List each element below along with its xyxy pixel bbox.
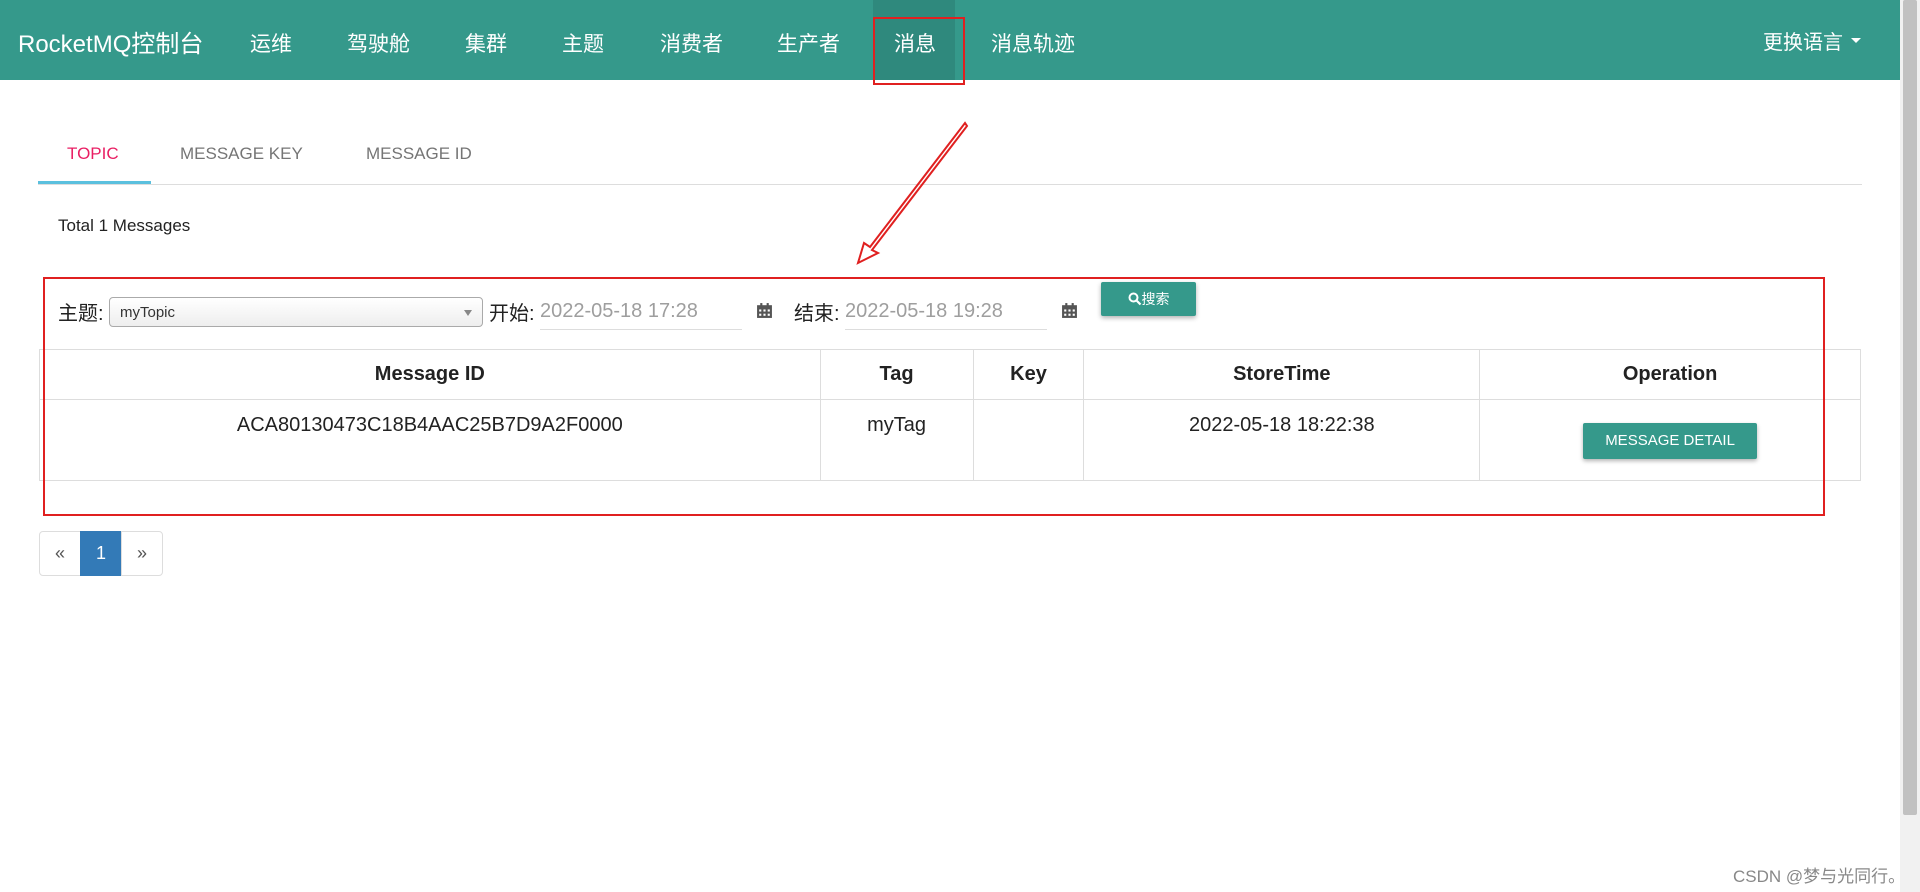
tab-topic[interactable]: TOPIC: [67, 144, 119, 164]
page-current-button[interactable]: 1: [80, 531, 122, 576]
brand-title[interactable]: RocketMQ控制台: [18, 24, 203, 59]
caret-down-icon: [1851, 38, 1861, 43]
pagination: « 1 »: [39, 531, 163, 576]
page-next-button[interactable]: »: [121, 531, 163, 576]
nav-item-topic[interactable]: 主题: [562, 28, 604, 58]
annotation-arrow-icon: [856, 121, 969, 265]
annotation-result-highlight-box: [43, 277, 1825, 516]
nav-item-consumer[interactable]: 消费者: [660, 28, 723, 58]
page-prev-button[interactable]: «: [39, 531, 81, 576]
scrollbar-thumb[interactable]: [1903, 0, 1917, 815]
nav-item-cluster[interactable]: 集群: [465, 28, 507, 58]
nav-item-producer[interactable]: 生产者: [777, 28, 840, 58]
language-switcher[interactable]: 更换语言: [1763, 26, 1843, 55]
total-messages: Total 1 Messages: [58, 216, 191, 235]
tab-message-id[interactable]: MESSAGE ID: [366, 144, 472, 164]
nav-item-ops[interactable]: 运维: [250, 28, 292, 58]
nav-item-dashboard[interactable]: 驾驶舱: [347, 28, 410, 58]
annotation-nav-highlight-box: [873, 17, 965, 85]
active-tab-indicator: [38, 181, 151, 184]
watermark: CSDN @梦与光同行。: [1733, 867, 1906, 886]
nav-item-message-trace[interactable]: 消息轨迹: [991, 28, 1075, 58]
tab-message-key[interactable]: MESSAGE KEY: [180, 144, 303, 164]
